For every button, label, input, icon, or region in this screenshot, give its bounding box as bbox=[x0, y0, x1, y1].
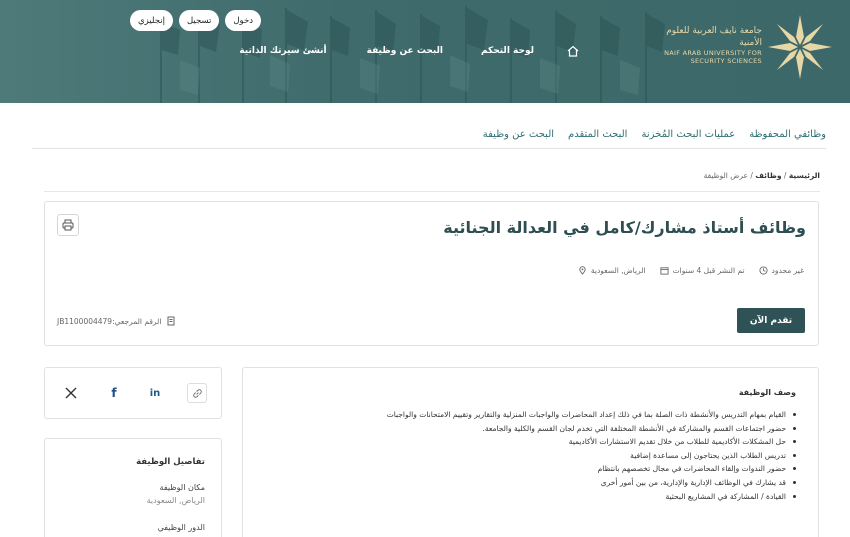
job-reference: الرقم المرجعي:JB1100004479 bbox=[57, 316, 176, 326]
apply-now-button[interactable]: تقدم الآن bbox=[737, 308, 805, 333]
breadcrumb-divider bbox=[44, 191, 820, 192]
list-item: قد يشارك في الوظائف الإدارية والإدارية، … bbox=[387, 476, 797, 490]
home-icon[interactable] bbox=[566, 44, 580, 58]
logo-arabic-text: جامعة نايف العربية للعلوم الأمنية bbox=[666, 26, 762, 48]
copy-link-button[interactable] bbox=[187, 383, 207, 403]
list-item: القيادة / المشاركة في المشاريع البحثية bbox=[387, 490, 797, 504]
search-tabs: البحث عن وظيفة البحث المتقدم عمليات البح… bbox=[483, 129, 826, 140]
tab-saved-searches[interactable]: عمليات البحث المُخزنة bbox=[641, 129, 735, 140]
job-description-title: وصف الوظيفة bbox=[738, 388, 796, 397]
job-reference-number: الرقم المرجعي:JB1100004479 bbox=[57, 316, 162, 326]
location-pin-icon bbox=[579, 266, 586, 275]
job-description-list: القيام بمهام التدريس والأنشطة ذات الصلة … bbox=[387, 408, 797, 504]
breadcrumb-current: عرض الوظيفة bbox=[703, 171, 748, 180]
document-icon bbox=[167, 316, 175, 326]
account-buttons: إنجليزي تسجيل دخول bbox=[130, 10, 261, 31]
list-item: حضور اجتماعات القسم والمشاركة في الأنشطة… bbox=[387, 422, 797, 436]
job-details-title: تفاصيل الوظيفة bbox=[136, 457, 205, 467]
list-item: حضور الندوات وإلقاء المحاضرات في مجال تخ… bbox=[387, 462, 797, 476]
job-meta: الرياض, السعودية تم النشر قبل 4 سنوات غي… bbox=[578, 266, 804, 275]
link-icon bbox=[192, 388, 202, 398]
breadcrumb-home[interactable]: الرئيسية bbox=[789, 171, 820, 180]
tab-job-search[interactable]: البحث عن وظيفة bbox=[483, 129, 554, 140]
language-button[interactable]: إنجليزي bbox=[130, 10, 173, 31]
job-title: وظائف أستاذ مشارك/كامل في العدالة الجنائ… bbox=[443, 218, 806, 237]
register-button[interactable]: تسجيل bbox=[178, 10, 220, 31]
job-location-label: مكان الوظيفة bbox=[159, 483, 205, 492]
tab-advanced-search[interactable]: البحث المتقدم bbox=[568, 129, 627, 140]
list-item: حل المشكلات الأكاديمية للطلاب من خلال تق… bbox=[387, 435, 797, 449]
star-logo-icon bbox=[768, 15, 832, 79]
facebook-icon: f bbox=[111, 386, 117, 400]
share-card: f in bbox=[44, 367, 222, 419]
university-logo[interactable]: جامعة نايف العربية للعلوم الأمنية NAIF A… bbox=[642, 15, 832, 85]
nav-create-cv[interactable]: أنشئ سيرتك الذاتية bbox=[239, 46, 326, 56]
share-linkedin-button[interactable]: in bbox=[145, 383, 165, 403]
login-button[interactable]: دخول bbox=[225, 10, 261, 31]
job-header-card: وظائف أستاذ مشارك/كامل في العدالة الجنائ… bbox=[44, 201, 819, 346]
job-location-value: الرياض, السعودية bbox=[146, 496, 205, 505]
calendar-icon bbox=[660, 267, 669, 275]
tab-saved-jobs[interactable]: وظائفي المحفوظة bbox=[749, 129, 826, 140]
nav-dashboard[interactable]: لوحة التحكم bbox=[481, 46, 534, 56]
job-location: الرياض, السعودية bbox=[590, 266, 646, 275]
x-twitter-icon bbox=[65, 387, 77, 399]
main-nav: لوحة التحكم البحث عن وظيفة أنشئ سيرتك ال… bbox=[239, 44, 580, 58]
clock-icon bbox=[758, 266, 768, 275]
job-details-card: تفاصيل الوظيفة مكان الوظيفة الرياض, السع… bbox=[44, 438, 222, 537]
share-facebook-button[interactable]: f bbox=[104, 383, 124, 403]
header-banner: جامعة نايف العربية للعلوم الأمنية NAIF A… bbox=[0, 0, 850, 103]
breadcrumb: الرئيسية / وظائف / عرض الوظيفة bbox=[704, 171, 820, 180]
share-x-button[interactable] bbox=[61, 383, 81, 403]
breadcrumb-separator: / bbox=[781, 171, 789, 180]
linkedin-icon: in bbox=[149, 387, 161, 399]
list-item: القيام بمهام التدريس والأنشطة ذات الصلة … bbox=[387, 408, 797, 422]
tabs-divider bbox=[32, 148, 826, 149]
job-posted-date: تم النشر قبل 4 سنوات bbox=[672, 266, 745, 275]
logo-english-text: NAIF ARAB UNIVERSITY FOR SECURITY SCIENC… bbox=[664, 49, 762, 65]
list-item: تدريس الطلاب الذين يحتاجون إلى مساعدة إض… bbox=[387, 449, 797, 463]
job-role-label: الدور الوظيفي bbox=[157, 523, 205, 532]
job-duration: غير محدود bbox=[771, 266, 804, 275]
nav-job-search[interactable]: البحث عن وظيفة bbox=[367, 46, 443, 56]
print-button[interactable] bbox=[57, 214, 79, 236]
breadcrumb-jobs[interactable]: وظائف bbox=[755, 171, 781, 180]
job-description-card: وصف الوظيفة القيام بمهام التدريس والأنشط… bbox=[242, 367, 819, 537]
printer-icon bbox=[62, 219, 74, 231]
